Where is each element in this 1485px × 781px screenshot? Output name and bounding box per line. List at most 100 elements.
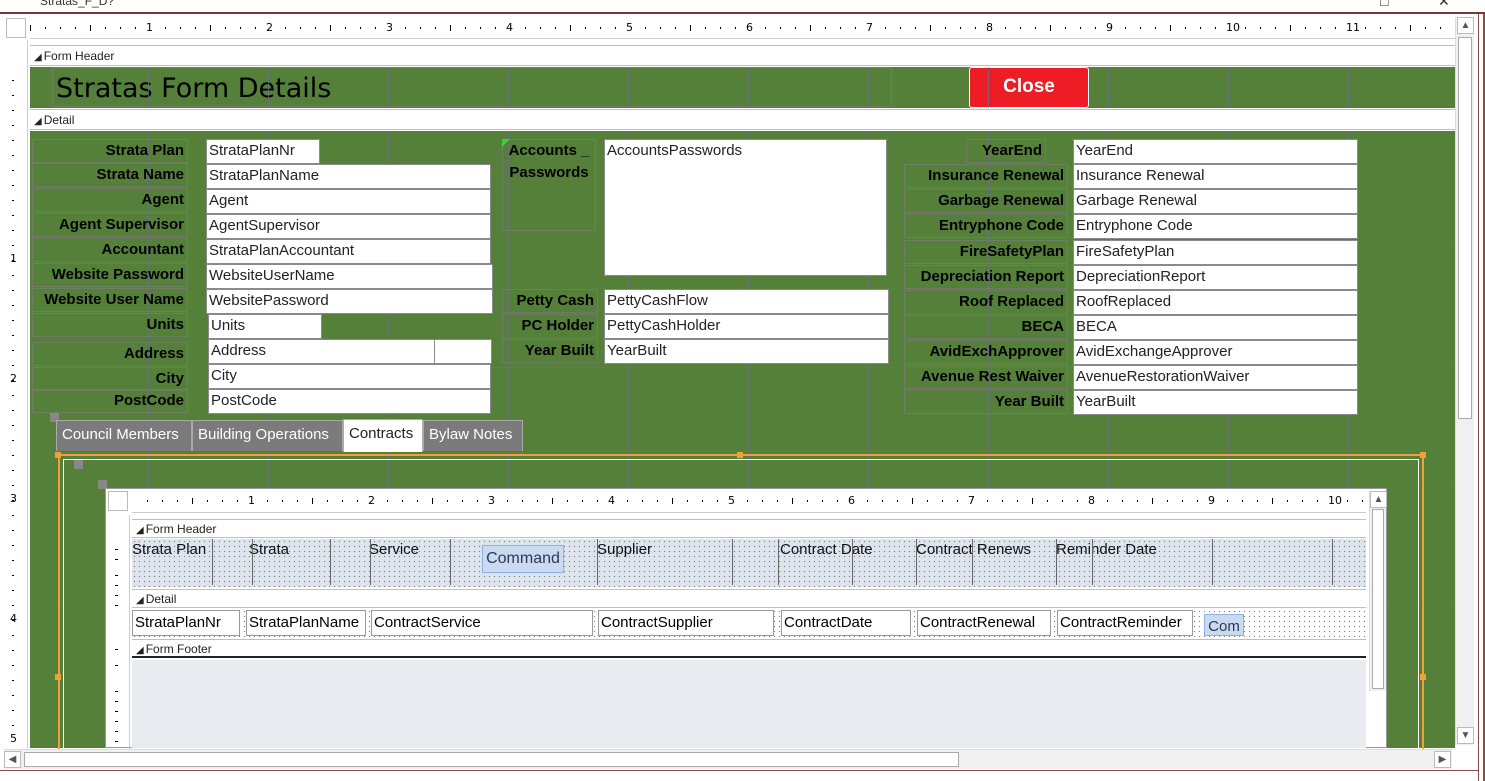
grid-line (988, 67, 989, 108)
subform-field-contractservice[interactable]: ContractService (371, 610, 593, 636)
field-units[interactable]: Units (208, 314, 322, 339)
subform-footer-bar[interactable]: ◢ Form Footer (132, 639, 1366, 658)
ruler-tick (1395, 27, 1396, 29)
subform-ruler-corner[interactable] (108, 491, 128, 511)
subform-vertical-ruler[interactable] (106, 515, 130, 749)
field-strataplanaccountant[interactable]: StrataPlanAccountant (206, 239, 491, 264)
ruler-tick (1317, 500, 1318, 502)
tab-council-members[interactable]: Council Members (56, 420, 192, 451)
resize-handle[interactable] (1420, 452, 1426, 458)
subform-handle[interactable] (74, 460, 83, 469)
ruler-tick (357, 500, 358, 502)
tab-bylaw-notes[interactable]: Bylaw Notes (423, 420, 523, 451)
detail-section-bar[interactable]: ◢ Detail (30, 109, 1455, 130)
scroll-right-icon[interactable]: ▶ (1434, 751, 1451, 768)
restore-icon[interactable]: □ (1380, 0, 1388, 9)
field-roofreplaced[interactable]: RoofReplaced (1073, 290, 1358, 315)
detail-command-button[interactable]: Com (1204, 614, 1244, 636)
window-title-bar: Stratas_F_D? □ ✕ (0, 0, 1485, 14)
subform-form-header-bar[interactable]: ◢ Form Header (132, 519, 1366, 538)
ruler-tick (12, 350, 14, 351)
field-yearbuilt[interactable]: YearBuilt (604, 339, 889, 364)
resize-handle[interactable] (1420, 674, 1426, 680)
field-websiteusername[interactable]: WebsiteUserName (206, 264, 493, 289)
subform-field-contractreminder[interactable]: ContractReminder (1057, 610, 1193, 636)
resize-handle[interactable] (737, 452, 743, 458)
contracts-subform[interactable]: 1 2 3 4 5 6 7 8 9 10 ▲ ◢ Form Header Strata Plan St… (105, 488, 1387, 749)
vertical-scrollbar[interactable]: ▲ ▼ (1455, 17, 1474, 745)
ruler-tick (495, 27, 496, 29)
ruler-tick (420, 27, 421, 29)
field-websitepassword[interactable]: WebsitePassword (206, 289, 493, 314)
command-button[interactable]: Command (482, 545, 564, 573)
horizontal-scroll-thumb[interactable] (24, 752, 959, 767)
ruler-number: 5 (10, 732, 17, 745)
horizontal-ruler[interactable]: 1 2 3 4 5 6 7 8 9 10 11 (30, 17, 1455, 39)
close-window-icon[interactable]: ✕ (1438, 0, 1450, 10)
field-city[interactable]: City (208, 364, 491, 389)
label-year-built: Year Built (502, 339, 598, 363)
scroll-up-icon[interactable]: ▲ (1370, 491, 1387, 508)
ruler-tick (387, 500, 388, 502)
subform-field-contractrenewal[interactable]: ContractRenewal (917, 610, 1051, 636)
horizontal-scrollbar[interactable]: ◀ ▶ (4, 749, 1452, 769)
field-strataplannr[interactable]: StrataPlanNr (206, 139, 320, 164)
ruler-tick (12, 710, 14, 711)
field-pettycashholder[interactable]: PettyCashHolder (604, 314, 889, 339)
field-yearbuilt[interactable]: YearBuilt (1073, 390, 1358, 415)
ruler-corner-select[interactable] (6, 18, 26, 38)
vertical-ruler[interactable]: 1 2 3 4 5 (0, 40, 28, 748)
subform-scroll-thumb[interactable] (1372, 509, 1384, 689)
field-avenuerestorationwaiver[interactable]: AvenueRestorationWaiver (1073, 365, 1358, 390)
subform-field-contractdate[interactable]: ContractDate (781, 610, 911, 636)
ruler-number: 1 (10, 252, 17, 265)
tab-contracts[interactable]: Contracts (343, 419, 423, 452)
form-header-area: Stratas Form Details Close (30, 67, 1455, 108)
subform-vertical-scrollbar[interactable]: ▲ (1369, 491, 1387, 691)
ruler-tick (552, 498, 553, 504)
section-arrow-icon: ◢ (136, 645, 144, 656)
subform-detail-bar[interactable]: ◢ Detail (132, 589, 1366, 608)
form-header-section-bar[interactable]: ◢ Form Header (30, 45, 1455, 66)
field-beca[interactable]: BECA (1073, 315, 1358, 340)
field-depreciationreport[interactable]: DepreciationReport (1073, 265, 1358, 290)
subform-horizontal-ruler[interactable]: 1 2 3 4 5 6 7 8 9 10 (132, 489, 1366, 513)
field-firesafetyplan[interactable]: FireSafetyPlan (1073, 240, 1358, 265)
subform-field-strataplannr[interactable]: StrataPlanNr (132, 610, 240, 636)
field-postcode[interactable]: PostCode (208, 389, 491, 414)
resize-handle[interactable] (55, 452, 61, 458)
field-address[interactable]: Address (208, 339, 436, 364)
field-agentsupervisor[interactable]: AgentSupervisor (206, 214, 491, 239)
ruler-tick (1320, 27, 1321, 29)
scroll-left-icon[interactable]: ◀ (4, 751, 21, 768)
scroll-up-icon[interactable]: ▲ (1457, 17, 1474, 34)
ruler-tick (1215, 27, 1216, 29)
subform-field-contractsupplier[interactable]: ContractSupplier (598, 610, 774, 636)
ruler-tick (12, 395, 14, 396)
field-strataplanname[interactable]: StrataPlanName (206, 164, 491, 189)
field-garbage-renewal[interactable]: Garbage Renewal (1073, 189, 1358, 214)
subform-field-strataplanname[interactable]: StrataPlanName (246, 610, 366, 636)
close-button[interactable]: Close (969, 67, 1089, 108)
ruler-tick (115, 575, 118, 576)
field-avidexchangeapprover[interactable]: AvidExchangeApprover (1073, 340, 1358, 365)
address-extra-field[interactable] (434, 339, 492, 364)
section-arrow-icon: ◢ (34, 116, 42, 127)
ruler-tick (1035, 27, 1036, 29)
field-entryphone-code[interactable]: Entryphone Code (1073, 214, 1358, 239)
ruler-tick (177, 500, 178, 502)
tab-building-operations[interactable]: Building Operations (192, 420, 343, 451)
ruler-tick (12, 650, 14, 651)
field-pettycashflow[interactable]: PettyCashFlow (604, 289, 889, 314)
resize-handle[interactable] (55, 674, 61, 680)
vertical-scroll-thumb[interactable] (1458, 37, 1472, 419)
scroll-down-icon[interactable]: ▼ (1457, 727, 1474, 744)
field-insurance-renewal[interactable]: Insurance Renewal (1073, 164, 1358, 189)
field-agent[interactable]: Agent (206, 189, 491, 214)
ruler-tick (1380, 27, 1381, 29)
field-yearend[interactable]: YearEnd (1073, 139, 1358, 164)
ruler-tick (1290, 25, 1291, 31)
ruler-tick (115, 559, 118, 560)
accounts-passwords-field[interactable]: AccountsPasswords (604, 139, 887, 276)
ruler-tick (615, 27, 616, 29)
